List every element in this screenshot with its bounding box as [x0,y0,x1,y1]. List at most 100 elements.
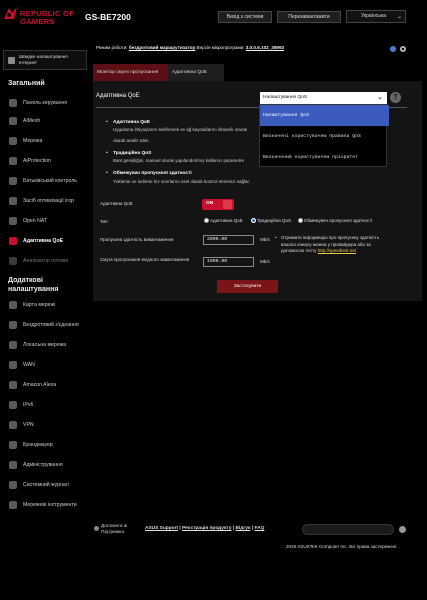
network-icon [9,137,17,145]
sidebar-item-wan[interactable]: WAN [3,357,89,374]
qos-icon [9,237,17,245]
parental-icon [9,177,17,185]
radio-dot-selected [251,218,256,224]
quick-setup-icon [8,57,15,64]
wifi-icon [9,321,17,329]
sidebar-item-firewall[interactable]: Брандмауер [3,437,89,454]
advanced-section-title: Додаткові налаштування [8,277,59,293]
settings-icon [400,46,406,52]
sidebar-item-aiprotection[interactable]: AiProtection [3,153,89,170]
radio-adaptive-qoe[interactable]: Адаптивна QoE [204,218,243,224]
dropdown-option[interactable]: Визначені користувачем правила QoS [260,126,389,147]
mode-value[interactable]: бездротовий маршрутизатор [129,45,195,50]
help-support-icon [94,526,99,531]
sidebar-item-open-nat[interactable]: Open NAT [3,213,89,230]
dashboard-icon [9,99,17,107]
upload-label: Пропускна здатність вивантаження [100,237,174,242]
usb-icon [390,46,396,52]
sidebar-item-lan[interactable]: Локальна мережа [3,337,89,354]
quick-setup-label: Швидке налаштування Інтернет [19,54,68,65]
sidebar-item-vpn[interactable]: VPN [3,417,89,434]
vpn-icon [9,421,17,429]
sidebar-item-system-log[interactable]: Системний журнал [3,477,89,494]
sidebar-item-game-accelerator[interactable]: Засіб оптимізації ігор [3,193,89,210]
toggle-knob [223,200,232,209]
help-support-link[interactable]: Допомога & Підтримка [101,524,141,536]
radio-dot [298,218,303,224]
download-unit: Mb/s [260,259,270,264]
tab-adaptive-qoe[interactable]: Адаптивна QoE [168,64,224,81]
apply-button[interactable]: Застосувати [217,280,278,293]
upload-unit: Mb/s [260,237,270,242]
alexa-icon [9,381,17,389]
map-icon [9,301,17,309]
firewall-icon [9,441,17,449]
logout-button[interactable]: Вихід з системи [218,11,272,23]
sidebar-item-network-tools[interactable]: Мережеві інструменти [3,497,89,514]
product-registration-link[interactable]: Реєстрація продукту [182,526,231,531]
desc-title-traditional: Традиційна QoS [106,151,151,156]
nat-icon [9,217,17,225]
tab-bandwidth-monitor[interactable]: Монітор смуги пропускання [93,64,175,81]
page-title: Адаптивна QoE [96,93,140,99]
desc-text: Yükleme ve indirme hız sınırlarını özel … [113,179,251,184]
desc-title-adaptive: Адаптивна QoE [106,120,150,125]
ipv6-icon [9,401,17,409]
mode-label: Режим роботи: [96,45,128,50]
sidebar-item-parental[interactable]: Батьківський контроль [3,173,89,190]
radio-bandwidth-limiter[interactable]: Обмежувач пропускної здатності [298,218,372,224]
faq-link[interactable]: FAQ [254,526,264,531]
status-icons [389,45,409,55]
general-section-title: Загальний [8,80,45,87]
globe-icon [9,361,17,369]
router-model: GS-BE7200 [85,12,131,22]
sidebar-item-administration[interactable]: Адміністрування [3,457,89,474]
enable-label: Адаптивна QoE [100,201,133,206]
sidebar-item-adaptive-qoe[interactable]: Адаптивна QoE [3,233,89,250]
chevron-down-icon: ⌄ [397,14,403,20]
download-bandwidth-input[interactable]: 1000.00 [203,257,254,267]
sidebar-item-traffic-analyzer[interactable]: Аналізатор потоків [3,253,89,270]
toggle-state: ON [206,201,214,206]
radio-dot [204,218,209,224]
brand-name-line2: GAMERS [20,17,55,26]
tools-icon [9,501,17,509]
radio-traditional-qos[interactable]: Традиційна QoS [251,218,291,224]
sidebar-item-wireless[interactable]: Бездротовий з'єднання [3,317,89,334]
copyright: 2026 ASUSTeK Computer Inc. Всі права зас… [286,544,398,549]
status-line: Режим роботи: бездротовий маршрутизатор … [96,45,284,50]
desc-text: Uygulama ihtiyaçlarını belirlemek ve ağ … [113,127,248,132]
game-icon [9,197,17,205]
qos-settings-select[interactable]: Налаштування QoS [260,92,387,104]
sidebar-item-dashboard[interactable]: Панель керування [3,95,89,112]
dropdown-list: Налаштування QoS Визначені користувачем … [259,104,389,168]
firmware-value[interactable]: 3.0.0.6.102_38993 [246,45,284,50]
asus-support-link[interactable]: ASUS Support [145,526,178,531]
sidebar-item-alexa[interactable]: Amazon Alexa [3,377,89,394]
sidebar-item-network[interactable]: Мережа [3,133,89,150]
shield-icon [9,157,17,165]
footer-links: ASUS Support | Реєстрація продукту | Від… [145,526,265,531]
dropdown-option[interactable]: Налаштування QoS [260,105,389,126]
download-label: Смуга пропускання вхідного завантаження [100,257,190,262]
bandwidth-note: Отримати інформацію про пропускну здатні… [275,235,393,255]
sidebar-item-aimesh[interactable]: AiMesh [3,113,89,130]
firmware-label: Версія мікропрограми: [196,45,245,50]
search-input[interactable] [302,524,394,535]
search-icon[interactable] [399,526,406,533]
quick-setup-button[interactable]: Швидке налаштування Інтернет [3,50,87,70]
help-icon[interactable]: ? [390,92,401,103]
reboot-button[interactable]: Перезавантажити [277,11,341,23]
speedtest-link[interactable]: http://speedtest.net [318,248,356,253]
upload-bandwidth-input[interactable]: 2000.00 [203,235,254,245]
rog-logo-icon [3,5,18,23]
sidebar-item-ipv6[interactable]: IPv6 [3,397,89,414]
feedback-link[interactable]: Відгук [236,526,251,531]
log-icon [9,481,17,489]
dropdown-option[interactable]: Визначений користувачем пріоритет [260,147,389,168]
chevron-down-icon: ⌄ [377,94,383,101]
sidebar-item-network-map[interactable]: Карта мережі [3,297,89,314]
type-label: Тип [100,219,108,224]
desc-text: Bant genişliğini, manuel olarak yapıland… [113,158,245,163]
desc-title-limiter: Обмежувач пропускної здатності [106,171,192,176]
